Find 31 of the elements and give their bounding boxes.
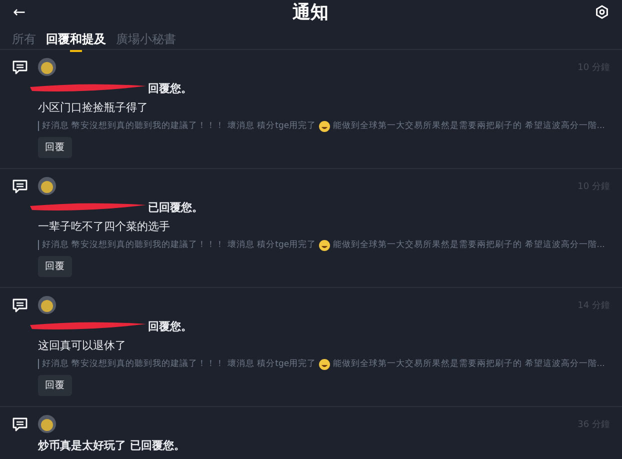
quoted-post-text: 能做到全球第一大交易所果然是需要兩把刷子的 希望這波高分一階...: [333, 239, 605, 251]
quoted-post-text: 能做到全球第一大交易所果然是需要兩把刷子的 希望這波高分一階...: [333, 120, 605, 132]
reply-button[interactable]: 回覆: [38, 137, 72, 158]
quoted-post-text: 能做到全球第一大交易所果然是需要兩把刷子的 希望這波高分一階...: [333, 358, 605, 370]
comment-icon: [12, 417, 28, 432]
quoted-post-text: 好消息 幣安沒想到真的聽到我的建議了！！！ 壞消息 積分tge用完了: [42, 239, 316, 251]
laughing-emoji-icon: [319, 240, 330, 250]
comment-icon: [12, 298, 28, 313]
notification-headline: 回覆您。: [148, 80, 192, 96]
avatar-icon: [38, 296, 56, 314]
tab[interactable]: 回覆和提及: [46, 31, 106, 52]
settings-icon[interactable]: [594, 5, 609, 19]
laughing-emoji-icon: [319, 120, 330, 132]
reply-text: 小区门口捡捡瓶子得了: [38, 100, 149, 115]
laughing-emoji-icon: [319, 358, 330, 370]
avatar-icon: [38, 177, 56, 195]
reply-text: 这回真可以退休了: [38, 338, 127, 353]
quoted-post-text: 好消息 幣安沒想到真的聽到我的建議了！！！ 壞消息 積分tge用完了: [42, 120, 316, 132]
notification-headline: 已回覆您。: [148, 200, 203, 214]
page-title: 通知: [292, 1, 328, 24]
comment-icon: [12, 60, 28, 75]
reply-button[interactable]: 回覆: [38, 375, 72, 396]
notification-headline: 炒币真是太好玩了 已回覆您。: [38, 438, 185, 452]
reply-text: 一辈子吃不了四个菜的选手: [38, 219, 171, 234]
notification-headline: 回覆您。: [148, 318, 192, 334]
avatar-icon: [38, 58, 56, 76]
comment-icon: [12, 179, 28, 194]
back-button[interactable]: ←: [13, 3, 26, 21]
avatar-icon: [38, 415, 56, 433]
reply-button[interactable]: 回覆: [38, 256, 72, 277]
quoted-post-text: 好消息 幣安沒想到真的聽到我的建議了！！！ 壞消息 積分tge用完了: [42, 358, 316, 370]
